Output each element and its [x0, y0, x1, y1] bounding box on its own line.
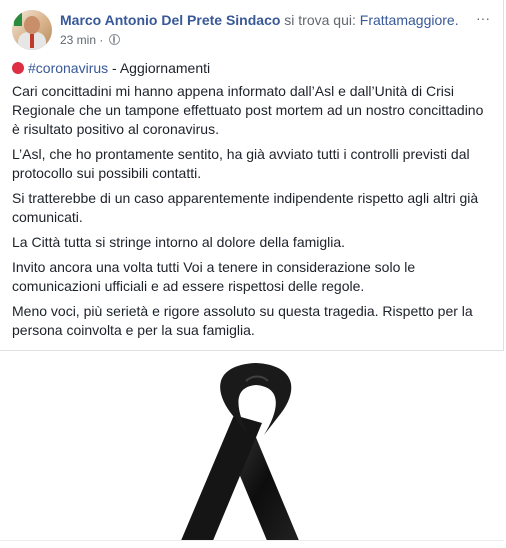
hashtag-link[interactable]: #coronavirus [28, 60, 108, 76]
place-link[interactable]: Frattamaggiore. [360, 12, 459, 28]
paragraph: Si tratterebbe di un caso apparentemente… [12, 190, 479, 225]
paragraph: Invito ancora una volta tutti Voi a tene… [12, 259, 416, 294]
checkin-prefix: si trova qui: [284, 12, 356, 28]
post-body: Cari concittadini mi hanno appena inform… [12, 82, 492, 346]
paragraph: La Città tutta si stringe intorno al dol… [12, 234, 346, 250]
red-circle-icon [12, 62, 24, 74]
facebook-post: Marco Antonio Del Prete Sindaco si trova… [0, 0, 504, 544]
avatar-sash [30, 34, 34, 48]
timestamp-link[interactable]: 23 min [60, 33, 96, 47]
mourning-ribbon-icon [180, 363, 300, 543]
post-image[interactable] [0, 351, 504, 543]
globe-icon[interactable] [108, 34, 120, 45]
avatar[interactable] [12, 10, 52, 50]
author-name-link[interactable]: Marco Antonio Del Prete Sindaco [60, 12, 280, 28]
paragraph: L’Asl, che ho prontamente sentito, ha gi… [12, 146, 470, 181]
paragraph: Cari concittadini mi hanno appena inform… [12, 83, 484, 137]
post-bottom-border [0, 540, 504, 544]
post-tagline: #coronavirus - Aggiornamenti [12, 59, 210, 78]
post-meta: 23 min · [60, 32, 120, 48]
tagline-suffix: - Aggiornamenti [108, 60, 211, 76]
post-header: Marco Antonio Del Prete Sindaco si trova… [60, 11, 459, 29]
more-options-icon[interactable]: ··· [476, 10, 490, 26]
avatar-head [24, 16, 40, 34]
paragraph: Meno voci, più serietà e rigore assoluto… [12, 303, 473, 338]
meta-separator: · [99, 33, 104, 47]
flag-icon [14, 12, 22, 26]
